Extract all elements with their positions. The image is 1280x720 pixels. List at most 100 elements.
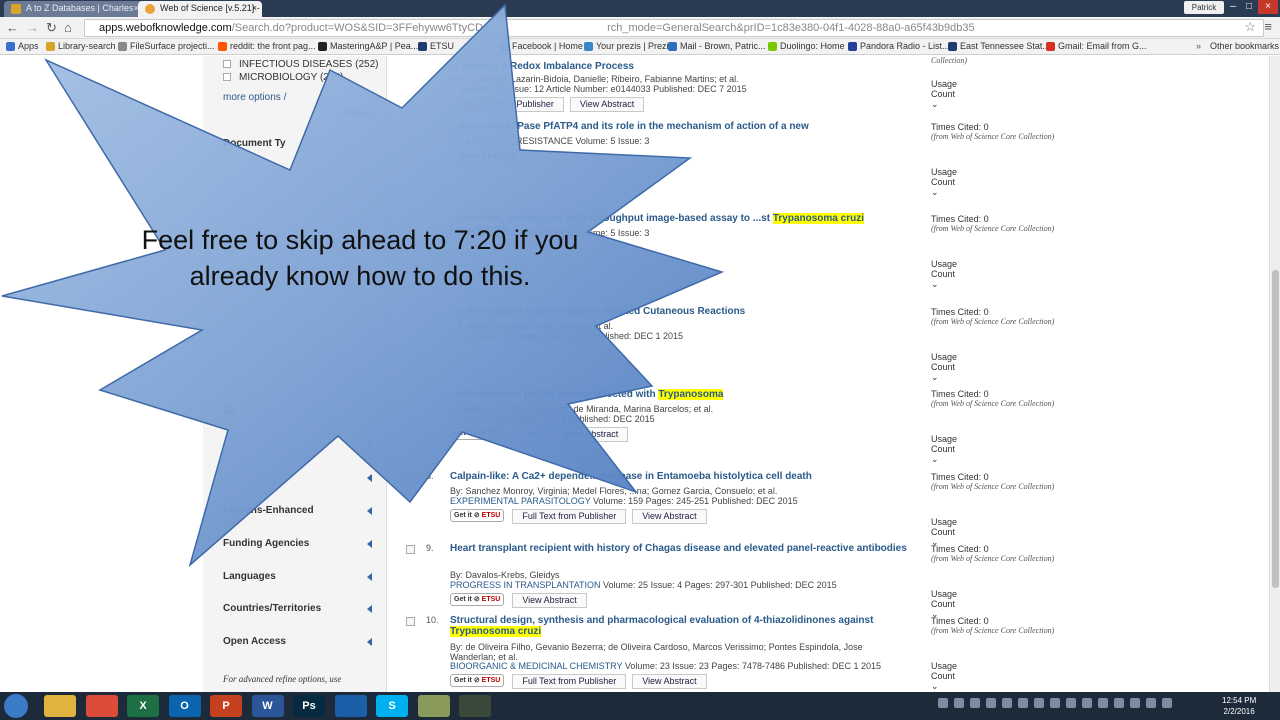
menu-icon[interactable]: ≡ (1264, 19, 1272, 34)
select-record-checkbox[interactable] (406, 617, 415, 626)
journal-name[interactable]: EXPERIMENTAL PARASITOLOGY (450, 496, 591, 506)
view-abstract-button[interactable]: View Abstract (450, 149, 525, 164)
tray-icon[interactable] (954, 698, 964, 708)
maximize-icon[interactable]: □ (1242, 0, 1256, 14)
tray-icon[interactable] (938, 698, 948, 708)
usage-count-dropdown[interactable]: Usage Count ⌄ (931, 79, 957, 110)
bookmark-pandora[interactable]: Pandora Radio - List... (848, 41, 950, 51)
view-abstract-button[interactable]: View Abstract (569, 97, 645, 112)
more-options-link[interactable]: more options / (223, 92, 286, 103)
taskbar-word-icon[interactable]: W (251, 695, 284, 717)
record-title-link[interactable]: ... through a Redox Imbalance Process (450, 61, 910, 72)
journal-name[interactable]: PROGRESS IN TRANSPLANTATION (450, 580, 601, 590)
close-window-icon[interactable]: × (1258, 0, 1278, 14)
filter-microbiology[interactable]: MICROBIOLOGY (228) (239, 72, 343, 83)
collapse-arrow-icon[interactable] (367, 441, 372, 449)
tray-icon[interactable] (1098, 698, 1108, 708)
bookmark-prezi[interactable]: Your prezis | Prezi (584, 41, 669, 51)
tray-icon[interactable] (1082, 698, 1092, 708)
full-text-button[interactable]: Full Text from Publisher (512, 674, 627, 689)
bookmark-gmail[interactable]: Gmail: Email from G... (1046, 41, 1147, 51)
collapse-arrow-icon[interactable] (367, 605, 372, 613)
select-record-checkbox[interactable] (406, 473, 415, 482)
home-icon[interactable]: ⌂ (64, 20, 72, 35)
tray-icon[interactable] (970, 698, 980, 708)
journal-name[interactable]: BIOORGANIC & MEDICINAL CHEMISTRY (450, 661, 622, 671)
tray-icon[interactable] (1018, 698, 1028, 708)
taskbar-outlook-icon[interactable]: O (168, 695, 201, 717)
section-editions-enhanced[interactable]: Editions-Enhanced (223, 505, 314, 516)
tray-icon[interactable] (1146, 698, 1156, 708)
tray-icon[interactable] (986, 698, 996, 708)
record-title-link[interactable]: ...ite cation ATPase PfATP4 and its role… (450, 121, 910, 132)
bookmark-filesurface[interactable]: FileSurface projecti... (118, 41, 215, 51)
filter-infectious-diseases[interactable]: INFECTIOUS DISEASES (252) (239, 59, 378, 70)
vertical-scrollbar[interactable] (1269, 56, 1280, 692)
refine-button[interactable]: Refine (343, 109, 374, 120)
get-it-etsu-button[interactable]: Get it ⊘ ETSU (450, 509, 505, 522)
full-text-button[interactable]: Full Text from Publisher (512, 509, 627, 524)
taskbar-explorer-icon[interactable] (44, 695, 76, 717)
bookmark-library-search[interactable]: Library-search (46, 41, 116, 51)
taskbar-notes-icon[interactable] (417, 695, 450, 717)
section-document-types[interactable]: Document Ty (223, 138, 286, 149)
bookmark-apps[interactable]: Apps (6, 41, 39, 51)
system-clock[interactable]: 12:54 PM 2/2/2016 (1222, 695, 1256, 717)
section-open-access[interactable]: Open Access (223, 636, 286, 647)
tray-icon[interactable] (1114, 698, 1124, 708)
record-title-link[interactable]: ...inflammatory profile in mice infected… (450, 389, 910, 400)
forward-arrow-icon[interactable]: → (26, 20, 39, 35)
usage-count-dropdown[interactable]: Usage Count ⌄ (931, 259, 957, 290)
back-arrow-icon[interactable]: ← (6, 20, 19, 35)
select-record-checkbox[interactable] (406, 545, 415, 554)
tray-icon[interactable] (1066, 698, 1076, 708)
profile-button[interactable]: Patrick (1184, 1, 1224, 14)
record-title-link[interactable]: Structural design, synthesis and pharmac… (450, 615, 910, 637)
bookmark-star-icon[interactable]: ☆ (1244, 19, 1256, 35)
address-bar[interactable]: apps.webofknowledge.com/Search.do?produc… (84, 19, 1264, 37)
collapse-arrow-icon[interactable] (367, 507, 372, 515)
get-it-etsu-button[interactable]: Get it ⊘ ETSU (450, 674, 505, 687)
start-button[interactable] (4, 694, 28, 718)
usage-count-dropdown[interactable]: Usage Count ⌄ (931, 434, 957, 465)
view-abstract-button[interactable]: View Abstract (553, 427, 629, 442)
bookmark-mail[interactable]: Mail - Brown, Patric... (668, 41, 766, 51)
tray-icon[interactable] (1130, 698, 1140, 708)
scrollbar-thumb[interactable] (1272, 270, 1279, 588)
usage-count-dropdown[interactable]: Usage Count ⌄ (931, 352, 957, 383)
collapse-arrow-icon[interactable] (367, 638, 372, 646)
tray-icon[interactable] (1034, 698, 1044, 708)
usage-count-dropdown[interactable]: Usage Count ⌄ (931, 661, 957, 692)
taskbar-excel-icon[interactable]: X (127, 695, 159, 717)
bookmark-reddit[interactable]: reddit: the front pag... (218, 41, 316, 51)
record-title-link[interactable]: ...a Association in Benznidazole Related… (450, 306, 910, 317)
filter-checkbox[interactable] (223, 60, 231, 68)
get-it-etsu-button[interactable]: Get it ⊘ ETSU (450, 593, 505, 606)
view-abstract-button[interactable]: View Abstract (632, 674, 707, 689)
section-funding-agencies[interactable]: Funding Agencies (223, 538, 309, 549)
record-title-link[interactable]: Heart transplant recipient with history … (450, 543, 910, 554)
collapse-arrow-icon[interactable] (367, 540, 372, 548)
full-text-button[interactable]: Full Text from Publisher (450, 97, 564, 112)
bookmark-other[interactable]: Other bookmarks (1198, 41, 1279, 51)
taskbar-powerpoint-icon[interactable]: P (210, 695, 242, 717)
minimize-icon[interactable]: – (1226, 0, 1240, 14)
taskbar-chrome-icon[interactable] (85, 695, 118, 717)
view-abstract-button[interactable]: View Abstract (632, 509, 707, 524)
taskbar-camera-icon[interactable] (459, 695, 491, 717)
section-languages[interactable]: Languages (223, 571, 276, 582)
view-abstract-button[interactable]: View Abstract (512, 593, 587, 608)
taskbar-onedrive-icon[interactable] (334, 695, 367, 717)
get-it-etsu-button[interactable]: Get it ⊘ ETSU (450, 427, 505, 440)
record-title-link[interactable]: Calpain-like: A Ca2+ depende... protease… (450, 471, 910, 482)
bookmark-duolingo[interactable]: Duolingo: Home (768, 41, 845, 51)
section-source[interactable]: So (223, 406, 236, 417)
full-text-button[interactable]: ...er (512, 427, 548, 442)
taskbar-photoshop-icon[interactable]: Ps (293, 695, 325, 717)
reload-icon[interactable]: ↻ (46, 20, 57, 36)
tab-a-to-z-databases[interactable]: A to Z Databases | Charles × (4, 1, 144, 17)
tray-icon[interactable] (1162, 698, 1172, 708)
close-tab-icon[interactable]: × (252, 3, 257, 13)
bookmark-etsu[interactable]: ETSU (418, 41, 454, 51)
bookmark-masteringap[interactable]: MasteringA&P | Pea... (318, 41, 418, 51)
